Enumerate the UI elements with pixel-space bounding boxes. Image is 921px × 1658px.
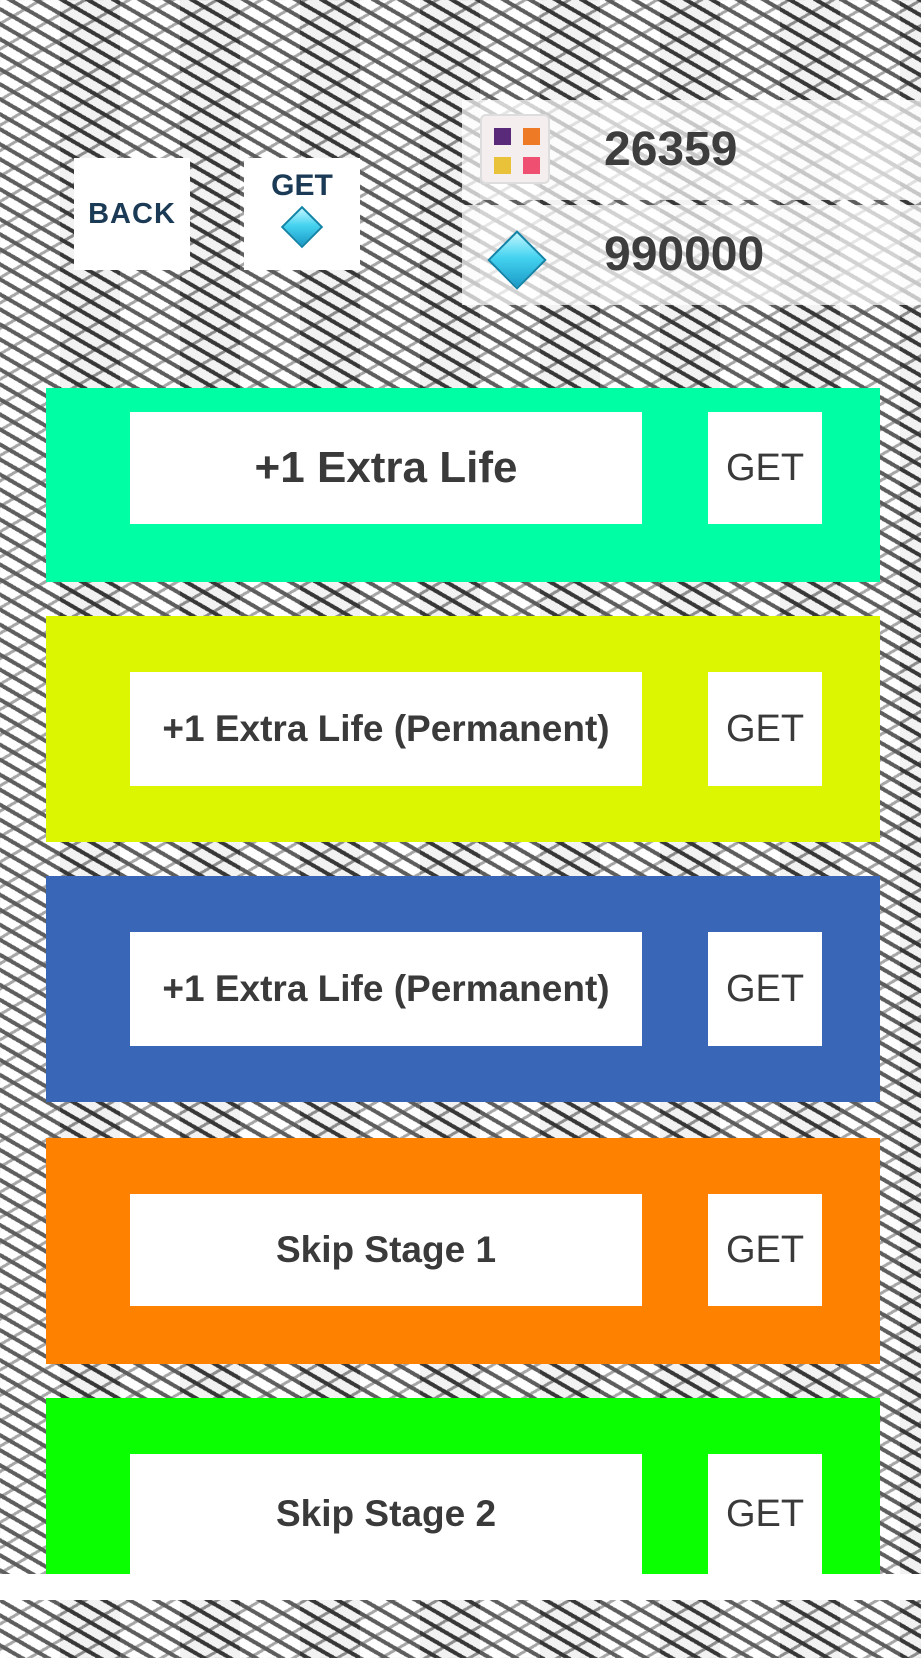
shop-item-extra-life: +1 Extra Life GET — [46, 388, 880, 582]
get-button[interactable]: GET — [708, 932, 822, 1046]
shop-item-extra-life-permanent: +1 Extra Life (Permanent) GET — [46, 616, 880, 842]
gem-amount: 990000 — [604, 228, 765, 281]
gem-balance: 990000 — [462, 205, 921, 305]
shop-item-label: +1 Extra Life — [130, 412, 642, 524]
shop-item-skip-stage-2: Skip Stage 2 GET — [46, 1398, 880, 1574]
diamond-gem-icon — [280, 205, 324, 249]
shop-item-label: Skip Stage 2 — [130, 1454, 642, 1574]
get-gems-label: GET — [271, 169, 333, 202]
get-button[interactable]: GET — [708, 1194, 822, 1306]
shop-item-label: Skip Stage 1 — [130, 1194, 642, 1306]
back-button[interactable]: BACK — [74, 158, 190, 270]
get-button[interactable]: GET — [708, 412, 822, 524]
shop-item-extra-life-permanent: +1 Extra Life (Permanent) GET — [46, 876, 880, 1102]
shop-item-label: +1 Extra Life (Permanent) — [130, 672, 642, 786]
bottom-divider — [0, 1574, 921, 1600]
coin-balance: 26359 — [462, 100, 921, 200]
get-gems-button[interactable]: GET — [244, 158, 360, 270]
colored-tiles-icon — [480, 114, 552, 186]
shop-item-skip-stage-1: Skip Stage 1 GET — [46, 1138, 880, 1364]
get-button[interactable]: GET — [708, 672, 822, 786]
shop-item-label: +1 Extra Life (Permanent) — [130, 932, 642, 1046]
diamond-gem-icon — [487, 230, 547, 290]
coin-amount: 26359 — [604, 123, 738, 176]
get-button[interactable]: GET — [708, 1454, 822, 1574]
